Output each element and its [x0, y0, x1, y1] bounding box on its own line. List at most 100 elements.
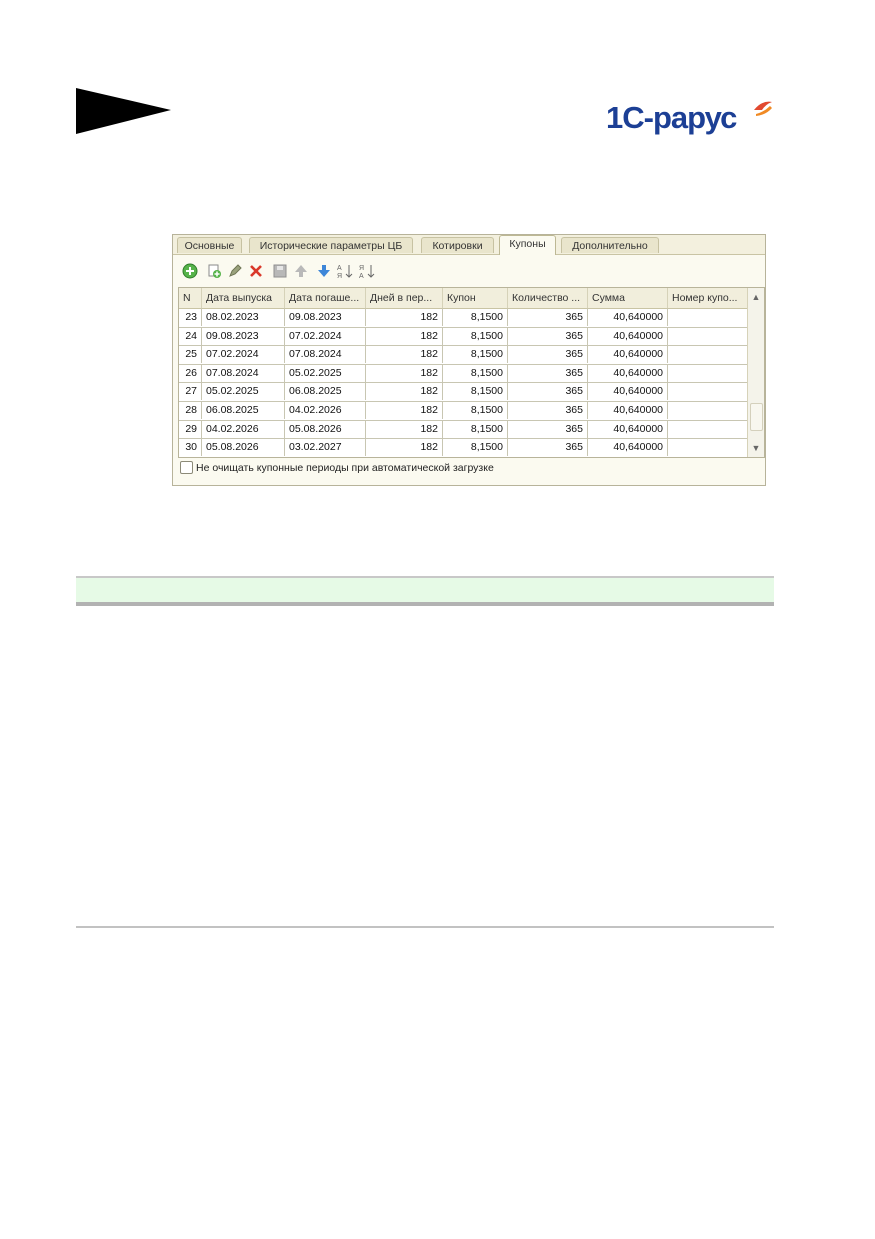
save-icon[interactable]: [271, 262, 289, 280]
cell-days[interactable]: 182: [366, 308, 443, 326]
scroll-up-icon[interactable]: ▲: [748, 288, 764, 306]
tab-historical-params[interactable]: Исторические параметры ЦБ: [249, 237, 413, 253]
tab-main[interactable]: Основные: [177, 237, 242, 253]
cell-coupon[interactable]: 8,1500: [443, 382, 508, 401]
cell-quantity[interactable]: 365: [508, 401, 588, 419]
cell-sum[interactable]: 40,640000: [588, 345, 668, 364]
scroll-down-icon[interactable]: ▼: [748, 439, 764, 457]
cell-days[interactable]: 182: [366, 345, 443, 364]
tab-additional[interactable]: Дополнительно: [561, 237, 659, 253]
column-header-days[interactable]: Дней в пер...: [366, 288, 443, 308]
cell-quantity[interactable]: 365: [508, 382, 588, 401]
tab-coupons[interactable]: Купоны: [499, 235, 556, 255]
cell-coupon[interactable]: 8,1500: [443, 345, 508, 364]
table-row[interactable]: 25 07.02.2024 07.08.2024 182 8,1500 365 40,640…: [179, 345, 749, 365]
cell-n[interactable]: 25: [179, 345, 202, 364]
sort-asc-icon[interactable]: AЯ: [337, 262, 355, 280]
cell-n[interactable]: 23: [179, 308, 202, 326]
add-icon[interactable]: [181, 262, 199, 280]
cell-n[interactable]: 28: [179, 401, 202, 419]
cell-n[interactable]: 27: [179, 382, 202, 401]
table-row[interactable]: 28 06.08.2025 04.02.2026 182 8,1500 365 40,640…: [179, 401, 749, 421]
cell-sum[interactable]: 40,640000: [588, 363, 668, 382]
cell-issue-date[interactable]: 07.08.2024: [202, 363, 285, 382]
cell-days[interactable]: 182: [366, 382, 443, 401]
cell-coupon-number[interactable]: [668, 382, 749, 401]
edit-icon[interactable]: [226, 262, 244, 280]
column-header-coupon[interactable]: Купон: [443, 288, 508, 308]
cell-n[interactable]: 26: [179, 363, 202, 382]
move-up-icon[interactable]: [292, 262, 310, 280]
cell-quantity[interactable]: 365: [508, 363, 588, 382]
cell-coupon[interactable]: 8,1500: [443, 419, 508, 438]
table-row[interactable]: 26 07.08.2024 05.02.2025 182 8,1500 365 40,640…: [179, 363, 749, 384]
table-row[interactable]: 29 04.02.2026 05.08.2026 182 8,1500 365 40,640…: [179, 419, 749, 440]
cell-quantity[interactable]: 365: [508, 345, 588, 364]
column-header-quantity[interactable]: Количество ...: [508, 288, 588, 308]
cell-sum[interactable]: 40,640000: [588, 308, 668, 326]
cell-days[interactable]: 182: [366, 326, 443, 345]
table-row[interactable]: 27 05.02.2025 06.08.2025 182 8,1500 365 40,640…: [179, 382, 749, 402]
cell-sum[interactable]: 40,640000: [588, 438, 668, 457]
cell-maturity-date[interactable]: 09.08.2023: [285, 308, 366, 326]
cell-coupon-number[interactable]: [668, 438, 749, 457]
delete-icon[interactable]: [247, 262, 265, 280]
cell-maturity-date[interactable]: 07.02.2024: [285, 326, 366, 345]
cell-sum[interactable]: 40,640000: [588, 419, 668, 438]
cell-coupon-number[interactable]: [668, 401, 749, 419]
cell-coupon[interactable]: 8,1500: [443, 326, 508, 345]
cell-days[interactable]: 182: [366, 419, 443, 438]
cell-coupon[interactable]: 8,1500: [443, 438, 508, 457]
cell-n[interactable]: 29: [179, 419, 202, 438]
cell-quantity[interactable]: 365: [508, 438, 588, 457]
cell-issue-date[interactable]: 05.08.2026: [202, 438, 285, 457]
cell-days[interactable]: 182: [366, 438, 443, 457]
cell-issue-date[interactable]: 05.02.2025: [202, 382, 285, 401]
coupons-table[interactable]: N Дата выпуска Дата погаше... Дней в пер…: [178, 287, 765, 458]
scroll-thumb[interactable]: [750, 403, 763, 431]
sort-desc-icon[interactable]: ЯA: [359, 262, 377, 280]
cell-maturity-date[interactable]: 07.08.2024: [285, 345, 366, 364]
cell-maturity-date[interactable]: 03.02.2027: [285, 438, 366, 457]
cell-sum[interactable]: 40,640000: [588, 401, 668, 419]
table-row[interactable]: 23 08.02.2023 09.08.2023 182 8,1500 365 40,640…: [179, 308, 749, 328]
cell-issue-date[interactable]: 09.08.2023: [202, 326, 285, 345]
column-header-maturity-date[interactable]: Дата погаше...: [285, 288, 366, 308]
move-down-icon[interactable]: [315, 262, 333, 280]
column-header-n[interactable]: N: [179, 288, 202, 308]
cell-maturity-date[interactable]: 06.08.2025: [285, 382, 366, 401]
cell-issue-date[interactable]: 08.02.2023: [202, 308, 285, 326]
cell-maturity-date[interactable]: 04.02.2026: [285, 401, 366, 419]
cell-coupon-number[interactable]: [668, 363, 749, 382]
cell-issue-date[interactable]: 07.02.2024: [202, 345, 285, 364]
column-header-sum[interactable]: Сумма: [588, 288, 668, 308]
cell-coupon[interactable]: 8,1500: [443, 308, 508, 326]
cell-days[interactable]: 182: [366, 401, 443, 419]
cell-quantity[interactable]: 365: [508, 419, 588, 438]
cell-sum[interactable]: 40,640000: [588, 382, 668, 401]
cell-n[interactable]: 24: [179, 326, 202, 345]
cell-quantity[interactable]: 365: [508, 326, 588, 345]
cell-coupon[interactable]: 8,1500: [443, 401, 508, 419]
cell-coupon[interactable]: 8,1500: [443, 363, 508, 382]
cell-maturity-date[interactable]: 05.08.2026: [285, 419, 366, 438]
cell-coupon-number[interactable]: [668, 326, 749, 345]
cell-issue-date[interactable]: 04.02.2026: [202, 419, 285, 438]
cell-coupon-number[interactable]: [668, 345, 749, 364]
vertical-scrollbar[interactable]: ▲ ▼: [747, 288, 764, 457]
cell-n[interactable]: 30: [179, 438, 202, 457]
cell-coupon-number[interactable]: [668, 419, 749, 438]
cell-sum[interactable]: 40,640000: [588, 326, 668, 345]
tab-quotes[interactable]: Котировки: [421, 237, 494, 253]
checkbox-box[interactable]: [180, 461, 193, 474]
table-row[interactable]: 30 05.08.2026 03.02.2027 182 8,1500 365 40,640…: [179, 438, 749, 457]
column-header-issue-date[interactable]: Дата выпуска: [202, 288, 285, 308]
keep-coupon-periods-checkbox[interactable]: Не очищать купонные периоды при автомати…: [180, 461, 494, 474]
cell-days[interactable]: 182: [366, 363, 443, 382]
cell-maturity-date[interactable]: 05.02.2025: [285, 363, 366, 382]
cell-issue-date[interactable]: 06.08.2025: [202, 401, 285, 419]
cell-coupon-number[interactable]: [668, 308, 749, 326]
copy-icon[interactable]: [205, 262, 223, 280]
table-row[interactable]: 24 09.08.2023 07.02.2024 182 8,1500 365 40,640…: [179, 326, 749, 347]
cell-quantity[interactable]: 365: [508, 308, 588, 326]
